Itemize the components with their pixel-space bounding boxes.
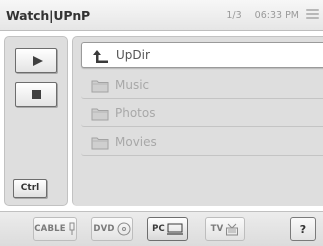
list-item-music[interactable]: Music [81,73,323,99]
transport-panel: Ctrl [4,36,68,206]
source-label: CABLE [34,224,66,234]
cable-plug-icon [69,222,75,235]
ctrl-button[interactable]: Ctrl [13,179,47,198]
disc-icon [117,222,131,236]
folder-icon [91,107,109,121]
menu-icon[interactable] [306,9,319,21]
play-button[interactable] [15,48,57,73]
list-item-label: UpDir [116,48,150,62]
help-button[interactable]: ? [290,217,316,241]
updir-arrow-icon [92,49,110,63]
list-item-photos[interactable]: Photos [81,101,323,127]
source-label: DVD [93,224,115,234]
status-area: 1/3 06:33 PM [226,10,299,21]
source-tv-button[interactable]: TV [205,217,245,241]
source-dvd-button[interactable]: DVD [91,217,133,241]
page-indicator: 1/3 [226,10,242,21]
title-bar: Watch|UPnP 1/3 06:33 PM [0,0,323,31]
file-list: UpDir Music Photos Movies [72,36,323,206]
source-pc-button[interactable]: PC [147,217,188,241]
app-title: Watch|UPnP [6,8,90,23]
list-item-movies[interactable]: Movies [81,130,323,156]
clock: 06:33 PM [254,10,299,21]
source-label: PC [152,224,165,234]
computer-icon [166,223,183,235]
antenna-icon [226,223,239,236]
source-bar: CABLE DVD PC TV ? [0,211,323,246]
folder-icon [91,79,109,93]
source-label: TV [210,224,224,234]
list-item-label: Movies [115,135,157,149]
folder-icon [91,136,109,150]
list-item-updir[interactable]: UpDir [81,42,323,68]
source-cable-button[interactable]: CABLE [33,217,77,241]
list-item-label: Music [115,78,150,92]
screen: Watch|UPnP 1/3 06:33 PM Ctrl UpDir Music… [0,0,323,246]
list-item-label: Photos [115,106,156,120]
play-icon [32,55,43,66]
stop-icon [31,90,41,99]
stop-button[interactable] [15,82,57,107]
